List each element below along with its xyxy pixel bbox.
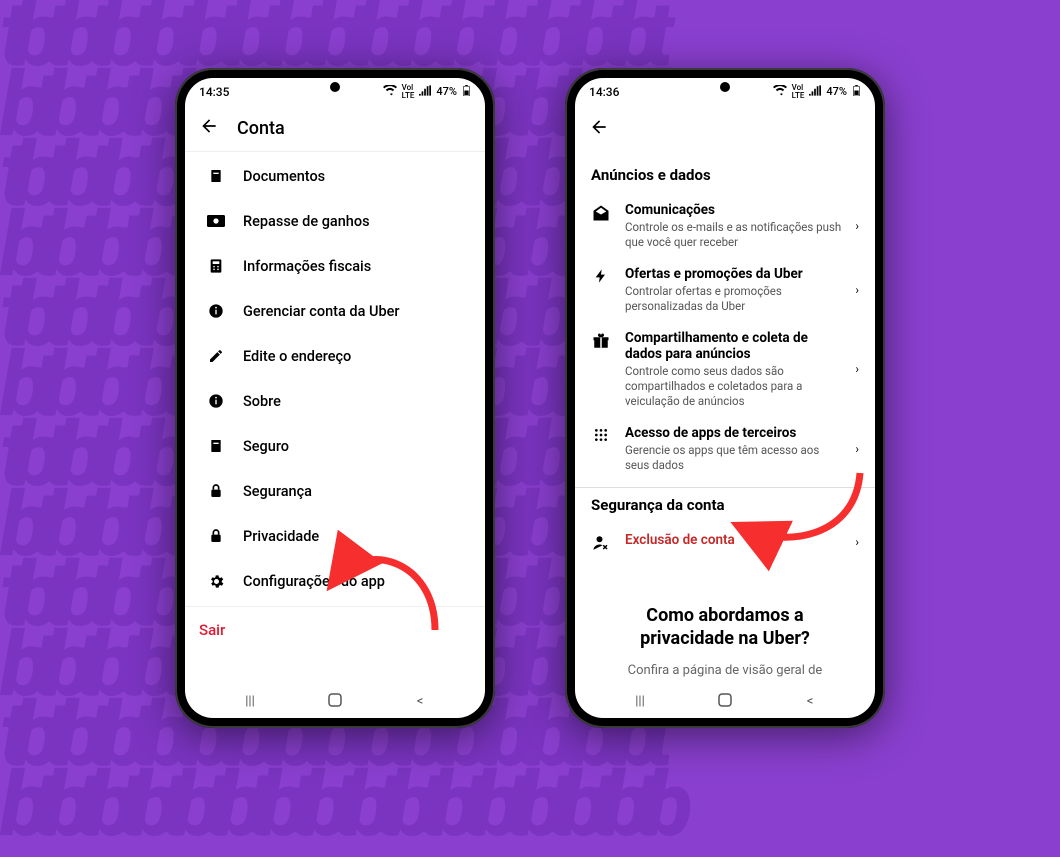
nav-back[interactable]: < xyxy=(400,694,440,709)
mail-open-icon xyxy=(591,204,611,222)
money-icon xyxy=(207,214,225,228)
row-title: Compartilhamento e coleta de dados para … xyxy=(625,330,841,362)
vol-icon: VolLTE xyxy=(792,84,805,100)
delete-account-row[interactable]: Exclusão de conta › xyxy=(591,524,859,560)
chevron-right-icon: › xyxy=(855,535,859,549)
chevron-right-icon: › xyxy=(855,283,859,297)
menu-item-label: Informações fiscais xyxy=(243,258,371,275)
info-icon xyxy=(207,393,225,409)
android-nav-bar: ||| < xyxy=(575,686,875,718)
row-title: Acesso de apps de terceiros xyxy=(625,425,841,441)
privacy-row-3[interactable]: Acesso de apps de terceiros Gerencie os a… xyxy=(591,417,859,481)
menu-item-repasse-de-ganhos[interactable]: Repasse de ganhos xyxy=(185,199,485,244)
wifi-icon xyxy=(383,85,397,99)
lock-icon xyxy=(207,483,225,499)
privacy-row-2[interactable]: Compartilhamento e coleta de dados para … xyxy=(591,322,859,417)
privacy-heading: Como abordamos a privacidade na Uber? xyxy=(591,580,859,657)
wifi-icon xyxy=(773,85,787,99)
menu-item-documentos[interactable]: Documentos xyxy=(185,154,485,199)
nav-recent[interactable]: ||| xyxy=(230,694,270,709)
menu-item-label: Segurança xyxy=(243,483,312,500)
row-subtitle: Controle como seus dados são compartilha… xyxy=(625,364,841,409)
menu-item-label: Documentos xyxy=(243,168,325,185)
privacy-row-1[interactable]: Ofertas e promoções da Uber Controlar ofe… xyxy=(591,258,859,322)
menu-item-informa-es-fiscais[interactable]: Informações fiscais xyxy=(185,244,485,289)
doc-icon xyxy=(207,438,225,454)
status-time: 14:35 xyxy=(199,85,229,99)
menu-item-label: Sobre xyxy=(243,393,281,410)
calc-icon xyxy=(207,258,225,274)
camera-hole xyxy=(720,82,730,92)
app-header xyxy=(575,106,875,152)
battery-percent: 47% xyxy=(436,85,457,98)
phone-left: 14:35 VolLTE 47% xyxy=(175,68,495,728)
lock-icon xyxy=(207,528,225,544)
phone-right: 14:36 VolLTE 47% xyxy=(565,68,885,728)
battery-percent: 47% xyxy=(826,85,847,98)
account-menu: Documentos Repasse de ganhos Informações f… xyxy=(185,152,485,606)
menu-item-label: Seguro xyxy=(243,438,289,455)
android-nav-bar: ||| < xyxy=(185,686,485,718)
nav-home[interactable] xyxy=(315,693,355,711)
ads-and-data-section: Anúncios e dados Comunicações Controle os… xyxy=(575,152,875,566)
user-x-icon xyxy=(591,534,611,552)
signal-icon xyxy=(809,85,821,99)
ads-rows: Comunicações Controle os e-mails e as not… xyxy=(591,194,859,481)
menu-item-edite-o-endere-o[interactable]: Edite o endereço xyxy=(185,334,485,379)
menu-item-seguro[interactable]: Seguro xyxy=(185,424,485,469)
info-icon xyxy=(207,303,225,319)
row-title: Ofertas e promoções da Uber xyxy=(625,266,841,282)
section-title: Anúncios e dados xyxy=(591,166,859,184)
row-title: Comunicações xyxy=(625,202,841,218)
menu-item-label: Configurações do app xyxy=(243,573,385,590)
row-subtitle: Controlar ofertas e promoções personaliz… xyxy=(625,284,841,314)
nav-home[interactable] xyxy=(705,693,745,711)
menu-item-seguran-a[interactable]: Segurança xyxy=(185,469,485,514)
menu-item-label: Repasse de ganhos xyxy=(243,213,370,230)
chevron-right-icon: › xyxy=(855,219,859,233)
vol-icon: VolLTE xyxy=(402,84,415,100)
menu-item-privacidade[interactable]: Privacidade xyxy=(185,514,485,559)
camera-hole xyxy=(330,82,340,92)
menu-item-label: Privacidade xyxy=(243,528,319,545)
menu-item-gerenciar-conta-da-uber[interactable]: Gerenciar conta da Uber xyxy=(185,289,485,334)
back-button[interactable] xyxy=(199,116,219,140)
menu-item-label: Gerenciar conta da Uber xyxy=(243,303,400,320)
nav-back[interactable]: < xyxy=(790,694,830,709)
apps-icon xyxy=(591,427,611,443)
menu-item-sobre[interactable]: Sobre xyxy=(185,379,485,424)
page-title: Conta xyxy=(237,118,285,139)
battery-icon xyxy=(462,85,471,99)
doc-icon xyxy=(207,168,225,184)
menu-item-configura-es-do-app[interactable]: Configurações do app xyxy=(185,559,485,604)
gift-icon xyxy=(591,332,611,350)
gear-icon xyxy=(207,573,225,590)
chevron-right-icon: › xyxy=(855,442,859,456)
bolt-icon xyxy=(591,268,611,284)
privacy-row-0[interactable]: Comunicações Controle os e-mails e as not… xyxy=(591,194,859,258)
app-header: Conta xyxy=(185,106,485,152)
chevron-right-icon: › xyxy=(855,362,859,376)
row-subtitle: Controle os e-mails e as notificações pu… xyxy=(625,220,841,250)
section-title: Segurança da conta xyxy=(591,496,859,514)
nav-recent[interactable]: ||| xyxy=(620,694,660,709)
logout-button[interactable]: Sair xyxy=(185,606,485,653)
privacy-subtext: Confira a página de visão geral de xyxy=(591,657,859,684)
battery-icon xyxy=(852,85,861,99)
pencil-icon xyxy=(207,348,225,364)
status-time: 14:36 xyxy=(589,85,619,99)
menu-item-label: Edite o endereço xyxy=(243,348,351,365)
row-subtitle: Gerencie os apps que têm acesso aos seus… xyxy=(625,443,841,473)
signal-icon xyxy=(419,85,431,99)
back-button[interactable] xyxy=(589,117,609,141)
